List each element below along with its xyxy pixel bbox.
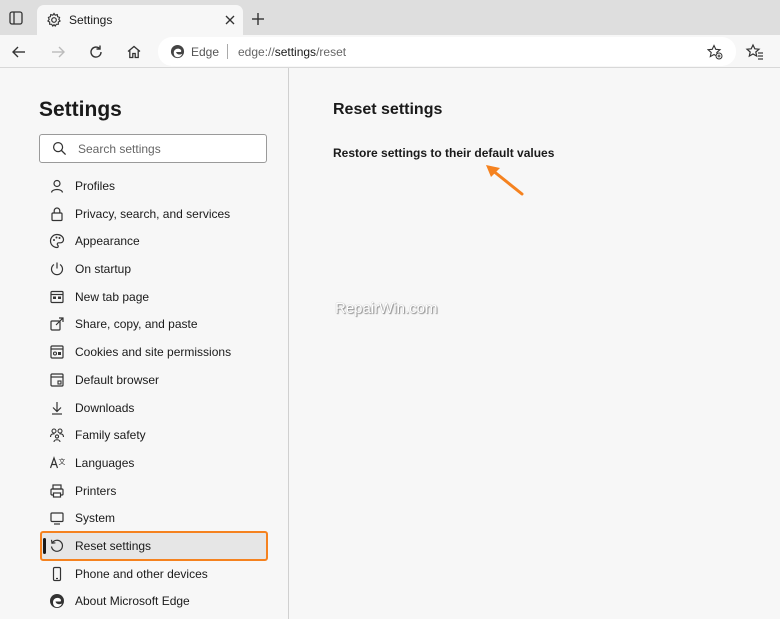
address-bar[interactable]: Edge edge://settings/reset <box>158 37 736 66</box>
search-icon <box>52 141 67 156</box>
sidebar-item-label: Downloads <box>75 400 135 415</box>
restore-defaults-button[interactable]: Restore settings to their default values <box>333 146 554 160</box>
section-title: Reset settings <box>333 101 443 118</box>
printer-icon <box>50 483 64 498</box>
arrow-right-icon <box>52 46 65 58</box>
sidebar-item-printers[interactable]: Printers <box>41 477 267 505</box>
sidebar-item-label: Printers <box>75 483 117 498</box>
family-icon <box>49 428 65 443</box>
edge-icon <box>50 594 64 609</box>
lock-icon <box>51 207 63 221</box>
power-icon <box>50 262 64 276</box>
sidebar-item-profiles[interactable]: Profiles <box>41 172 267 200</box>
home-button[interactable] <box>124 42 144 62</box>
favorites-icon[interactable] <box>745 42 765 62</box>
language-icon: 文 <box>49 456 66 469</box>
browser-icon <box>50 373 64 387</box>
arrow-left-icon <box>12 46 25 58</box>
sidebar-item-privacy-search-and-services[interactable]: Privacy, search, and services <box>41 200 267 228</box>
add-favorite-icon[interactable] <box>707 44 723 60</box>
sidebar-item-default-browser[interactable]: Default browser <box>41 366 267 394</box>
sidebar-item-label: Languages <box>75 455 135 470</box>
sidebar-item-label: System <box>75 511 116 526</box>
sidebar-item-languages[interactable]: 文 Languages <box>41 449 267 477</box>
search-box[interactable] <box>39 134 267 163</box>
arrow-annotation-icon <box>486 165 524 196</box>
settings-sidebar: Settings Profiles Privacy, search, and se… <box>0 68 289 619</box>
settings-menu: Profiles Privacy, search, and services App… <box>40 172 268 615</box>
tab-actions-button[interactable] <box>6 8 26 28</box>
new-tab-icon <box>50 290 64 303</box>
system-icon <box>50 512 64 525</box>
share-icon <box>50 317 64 332</box>
palette-icon <box>49 234 65 249</box>
sidebar-item-label: Share, copy, and paste <box>75 317 198 332</box>
sidebar-item-label: Phone and other devices <box>75 566 208 581</box>
new-tab-button[interactable] <box>250 11 266 27</box>
address-separator <box>227 44 228 59</box>
sidebar-item-about-microsoft-edge[interactable]: About Microsoft Edge <box>41 587 267 615</box>
page-title: Settings <box>39 98 122 121</box>
sidebar-item-label: Reset settings <box>75 538 152 553</box>
gear-icon <box>47 12 61 28</box>
sidebar-item-label: Privacy, search, and services <box>75 206 231 221</box>
download-icon <box>52 401 62 415</box>
svg-text:文: 文 <box>59 457 66 466</box>
watermark: RepairWin.com <box>335 300 438 317</box>
refresh-icon <box>90 45 102 58</box>
tab-actions-icon <box>9 11 23 25</box>
main-content: Reset settings Restore settings to their… <box>290 68 780 619</box>
reset-icon <box>50 539 63 552</box>
refresh-button[interactable] <box>86 42 106 62</box>
sidebar-item-share-copy-and-paste[interactable]: Share, copy, and paste <box>41 310 267 338</box>
phone-icon <box>52 566 62 581</box>
sidebar-item-label: Default browser <box>75 372 160 387</box>
sidebar-item-label: Cookies and site permissions <box>75 345 232 360</box>
site-label: Edge <box>191 45 220 59</box>
close-icon[interactable] <box>223 13 237 27</box>
sidebar-item-downloads[interactable]: Downloads <box>41 394 267 422</box>
sidebar-item-new-tab-page[interactable]: New tab page <box>41 283 267 311</box>
home-icon <box>127 45 141 59</box>
sidebar-item-label: Family safety <box>75 428 146 443</box>
url-text: edge://settings/reset <box>238 45 347 59</box>
search-input[interactable] <box>78 139 258 159</box>
back-button[interactable] <box>9 42 29 62</box>
sidebar-item-label: Appearance <box>75 234 140 249</box>
sidebar-item-cookies-and-site-permissions[interactable]: Cookies and site permissions <box>41 338 267 366</box>
sidebar-item-label: About Microsoft Edge <box>75 594 190 609</box>
sidebar-item-reset-settings[interactable]: Reset settings <box>40 530 268 561</box>
profile-icon <box>50 179 64 193</box>
browser-toolbar: Edge edge://settings/reset <box>0 35 780 68</box>
edge-logo-icon <box>170 44 185 59</box>
forward-button[interactable] <box>48 42 68 62</box>
sidebar-item-system[interactable]: System <box>41 504 267 532</box>
tab-title: Settings <box>69 13 113 27</box>
tab-settings[interactable]: Settings <box>37 5 243 35</box>
tab-bar: Settings <box>0 0 780 35</box>
sidebar-item-label: On startup <box>75 262 132 277</box>
sidebar-item-phone-and-other-devices[interactable]: Phone and other devices <box>41 560 267 588</box>
sidebar-item-appearance[interactable]: Appearance <box>41 227 267 255</box>
cookies-icon <box>50 345 64 359</box>
sidebar-item-family-safety[interactable]: Family safety <box>41 421 267 449</box>
sidebar-item-label: New tab page <box>75 289 150 304</box>
sidebar-item-label: Profiles <box>75 179 116 193</box>
sidebar-item-on-startup[interactable]: On startup <box>41 255 267 283</box>
